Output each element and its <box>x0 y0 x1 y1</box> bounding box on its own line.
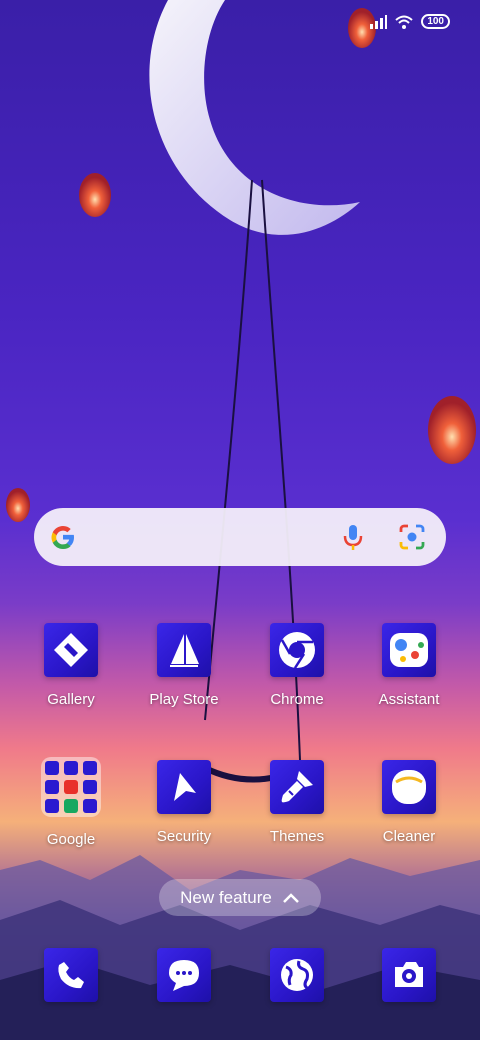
play-store-icon <box>157 623 211 677</box>
chrome-icon <box>270 623 324 677</box>
wifi-icon <box>395 15 413 29</box>
lantern <box>6 488 30 522</box>
app-label: Chrome <box>270 691 324 708</box>
dock-messages[interactable] <box>129 948 239 1002</box>
camera-icon <box>382 948 436 1002</box>
app-label: Play Store <box>149 691 219 708</box>
phone-icon <box>44 948 98 1002</box>
app-play-store[interactable]: Play Store <box>129 623 239 708</box>
status-bar: 100 <box>369 14 450 29</box>
chevron-up-icon <box>282 892 299 903</box>
app-themes[interactable]: Themes <box>242 760 352 845</box>
app-label: Cleaner <box>382 828 436 845</box>
app-cleaner[interactable]: Cleaner <box>354 760 464 845</box>
new-feature-label: New feature <box>180 887 272 907</box>
battery-indicator: 100 <box>421 14 450 29</box>
app-label: Google <box>46 831 96 848</box>
google-lens-icon[interactable] <box>398 523 426 551</box>
google-folder-icon <box>41 757 101 817</box>
google-search-bar[interactable] <box>34 508 446 566</box>
dock-camera[interactable] <box>354 948 464 1002</box>
new-feature-button[interactable]: New feature <box>159 879 321 916</box>
app-label: Security <box>156 828 212 845</box>
cleaner-icon <box>382 760 436 814</box>
dock-browser[interactable] <box>242 948 352 1002</box>
browser-icon <box>270 948 324 1002</box>
moon <box>149 0 360 235</box>
folder-google[interactable]: Google <box>16 757 126 848</box>
assistant-icon <box>382 623 436 677</box>
microphone-icon[interactable] <box>340 522 366 552</box>
app-label: Themes <box>269 828 325 845</box>
dock-phone[interactable] <box>16 948 126 1002</box>
messages-icon <box>157 948 211 1002</box>
themes-icon <box>270 760 324 814</box>
gallery-icon <box>44 623 98 677</box>
signal-icon <box>370 14 388 29</box>
app-gallery[interactable]: Gallery <box>16 623 126 708</box>
app-chrome[interactable]: Chrome <box>242 623 352 708</box>
lantern <box>428 396 476 464</box>
security-icon <box>157 760 211 814</box>
google-logo-icon <box>51 526 74 549</box>
app-assistant[interactable]: Assistant <box>354 623 464 708</box>
app-security[interactable]: Security <box>129 760 239 845</box>
lantern <box>79 173 111 217</box>
app-label: Assistant <box>378 691 440 708</box>
app-label: Gallery <box>47 691 95 708</box>
